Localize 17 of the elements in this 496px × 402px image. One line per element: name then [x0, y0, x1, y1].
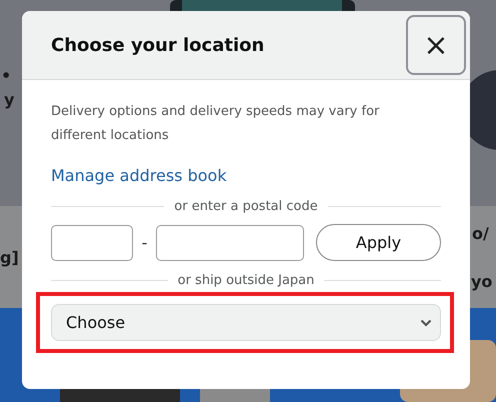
- country-select[interactable]: Choose: [51, 304, 441, 341]
- postal-separator: -: [140, 233, 148, 252]
- background-text: o/: [472, 223, 489, 245]
- close-button[interactable]: ×: [406, 15, 466, 75]
- description-text: Delivery options and delivery speeds may vary for different locations: [51, 103, 380, 145]
- postal-code-field[interactable]: [156, 224, 304, 260]
- background-text: •: [1, 65, 12, 87]
- dialog-title: Choose your location: [51, 34, 264, 56]
- background-text: yo: [471, 271, 492, 293]
- background-text: g]: [0, 247, 19, 269]
- divider-label: or enter a postal code: [174, 199, 318, 214]
- manage-address-link[interactable]: Manage address book: [51, 166, 441, 185]
- divider-label: or ship outside Japan: [178, 273, 314, 288]
- chevron-down-icon: [420, 318, 432, 326]
- background-text: y: [4, 89, 14, 111]
- apply-button[interactable]: Apply: [316, 224, 441, 261]
- postal-code-field[interactable]: [51, 224, 133, 260]
